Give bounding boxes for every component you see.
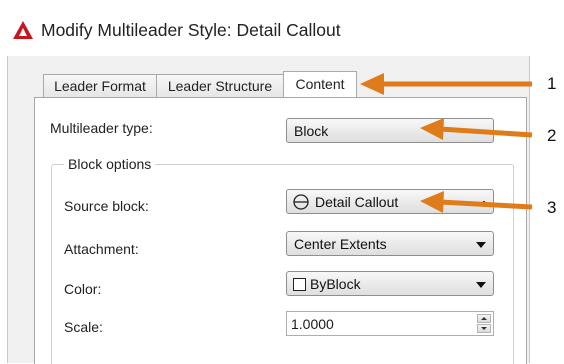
arrow-3 xyxy=(420,191,533,213)
arrow-2 xyxy=(420,118,533,140)
arrow-1 xyxy=(360,73,532,95)
callout-number-3: 3 xyxy=(547,198,557,217)
callout-number-1: 1 xyxy=(547,74,557,93)
annotation-arrows xyxy=(360,73,533,213)
tab-content[interactable]: Content xyxy=(283,71,357,97)
callout-number-2: 2 xyxy=(547,126,557,145)
tab-label: Content xyxy=(295,76,345,92)
